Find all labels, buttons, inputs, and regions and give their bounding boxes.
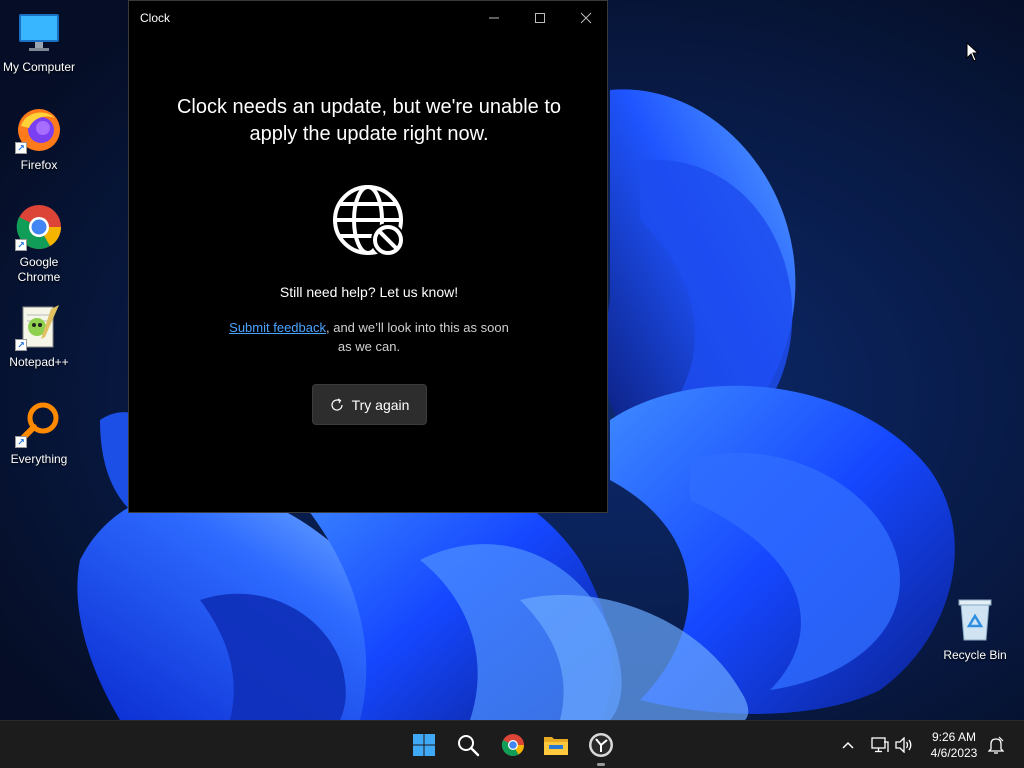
desktop-icon-label: Notepad++ (9, 355, 69, 369)
file-explorer-icon[interactable] (540, 729, 572, 761)
network-icon[interactable] (870, 733, 890, 757)
shortcut-arrow-icon: ↗ (15, 339, 27, 351)
mouse-cursor-icon (966, 42, 980, 62)
refresh-icon (330, 397, 343, 411)
desktop-icon-firefox[interactable]: ↗ Firefox (0, 106, 78, 173)
recycle-bin-icon (951, 596, 999, 644)
show-hidden-icons-chevron-up-icon[interactable] (838, 733, 858, 757)
taskbar: 9:26 AM 4/6/2023 (0, 720, 1024, 768)
globe-blocked-icon (332, 184, 408, 260)
window-titlebar[interactable]: Clock (129, 1, 607, 35)
window-title: Clock (140, 11, 171, 25)
volume-icon[interactable] (894, 733, 914, 757)
active-app-indicator (597, 763, 605, 766)
desktop-icon-label: Everything (10, 452, 68, 466)
desktop-icon-my-computer[interactable]: My Computer (0, 8, 78, 75)
clock-window: Clock Clock needs an update, but we're u… (128, 0, 608, 513)
shortcut-arrow-icon: ↗ (15, 239, 27, 251)
desktop-icon-label: Recycle Bin (943, 648, 1007, 662)
everything-search-icon: ↗ (15, 400, 63, 448)
help-text: Still need help? Let us know! (279, 284, 459, 300)
desktop-icon-recycle-bin[interactable]: Recycle Bin (936, 596, 1014, 663)
clock-time: 9:26 AM (931, 730, 977, 744)
try-again-button[interactable]: Try again (312, 384, 427, 425)
desktop-icon-notepadpp[interactable]: ↗ Notepad++ (0, 303, 78, 370)
search-icon[interactable] (452, 729, 484, 761)
notification-bell-icon[interactable] (986, 733, 1006, 757)
maximize-icon (535, 13, 545, 23)
taskbar-clock[interactable]: 9:26 AM 4/6/2023 (924, 729, 984, 761)
firefox-icon: ↗ (15, 106, 63, 154)
desktop-icon-google-chrome[interactable]: ↗ Google Chrome (0, 203, 78, 285)
update-error-heading: Clock needs an update, but we're unable … (176, 96, 562, 145)
desktop-icon-everything[interactable]: ↗ Everything (0, 400, 78, 467)
try-again-label: Try again (351, 396, 410, 413)
submit-feedback-link[interactable]: Submit feedback (229, 320, 326, 335)
clock-app-icon[interactable] (585, 729, 617, 761)
start-icon[interactable] (408, 729, 440, 761)
shortcut-arrow-icon: ↗ (15, 142, 27, 154)
shortcut-arrow-icon: ↗ (15, 436, 27, 448)
close-button[interactable] (563, 1, 609, 35)
feedback-message-text: , and we’ll look into this as soon as we… (326, 320, 509, 354)
minimize-button[interactable] (471, 1, 517, 35)
maximize-button[interactable] (517, 1, 563, 35)
close-icon (580, 12, 592, 24)
clock-date: 4/6/2023 (930, 746, 978, 760)
notepadpp-icon: ↗ (15, 303, 63, 351)
chrome-icon: ↗ (15, 203, 63, 251)
minimize-icon (489, 17, 499, 19)
desktop-icon-label: Google Chrome (17, 255, 61, 284)
desktop-icon-label: Firefox (20, 158, 58, 172)
monitor-icon (15, 8, 63, 56)
chrome-icon[interactable] (497, 729, 529, 761)
feedback-message: Submit feedback, and we’ll look into thi… (229, 318, 509, 356)
desktop-icon-label: My Computer (2, 60, 76, 74)
